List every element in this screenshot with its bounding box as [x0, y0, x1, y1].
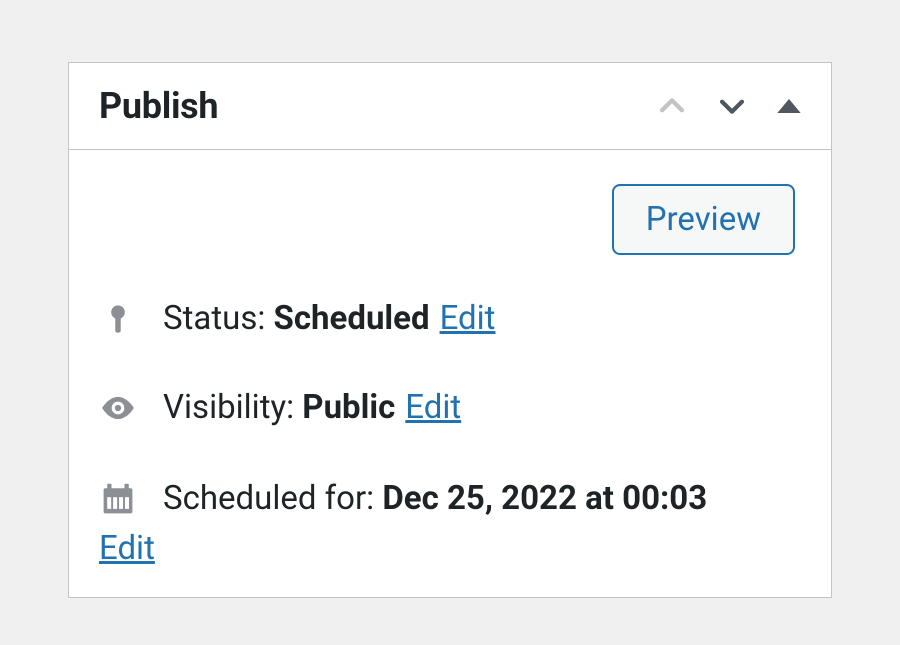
schedule-edit-link[interactable]: Edit [99, 529, 155, 568]
panel-header-controls [655, 89, 803, 123]
move-up-icon[interactable] [655, 89, 689, 123]
status-label: Status: Scheduled [163, 297, 430, 342]
visibility-row: Visibility: Public Edit [99, 386, 801, 431]
key-icon [99, 300, 137, 338]
status-row: Status: Scheduled Edit [99, 297, 801, 342]
visibility-label-text: Visibility: [163, 388, 302, 427]
preview-button[interactable]: Preview [612, 184, 795, 255]
publish-panel: Publish Preview Status [68, 62, 832, 598]
status-label-text: Status: [163, 299, 274, 338]
schedule-value: Dec 25, 2022 at 00:03 [382, 479, 707, 518]
visibility-label: Visibility: Public [163, 386, 395, 431]
preview-row: Preview [99, 184, 801, 255]
visibility-value: Public [302, 388, 395, 427]
panel-body: Preview Status: Scheduled Edit [69, 150, 831, 597]
status-value: Scheduled [274, 299, 430, 338]
status-edit-link[interactable]: Edit [440, 297, 496, 342]
collapse-toggle-icon[interactable] [775, 92, 803, 120]
eye-icon [99, 389, 137, 427]
calendar-icon [99, 480, 137, 518]
panel-title: Publish [99, 85, 218, 127]
schedule-label: Scheduled for: Dec 25, 2022 at 00:03 [163, 474, 707, 524]
schedule-label-text: Scheduled for: [163, 479, 382, 518]
move-down-icon[interactable] [715, 89, 749, 123]
visibility-edit-link[interactable]: Edit [405, 386, 461, 431]
panel-header: Publish [69, 63, 831, 150]
schedule-row: Scheduled for: Dec 25, 2022 at 00:03 Edi… [99, 474, 801, 573]
